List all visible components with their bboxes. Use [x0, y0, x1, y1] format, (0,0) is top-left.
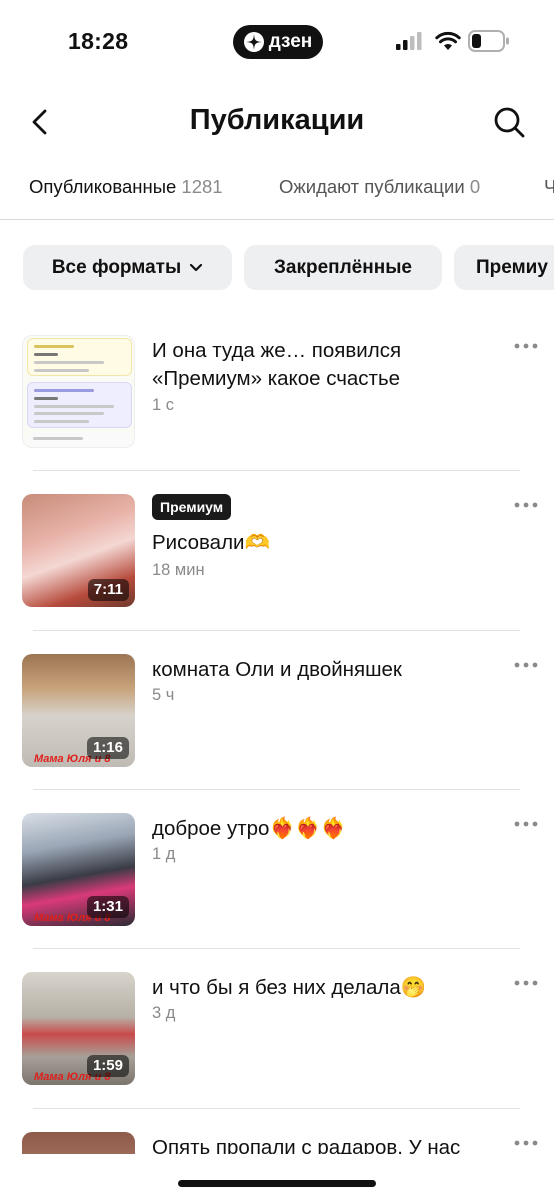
publication-tabs: Опубликованные 1281 Ожидают публикации 0… [0, 170, 554, 220]
publication-thumbnail: Мама Юля и 8 1:16 [22, 654, 135, 767]
tab-published-label: Опубликованные [29, 176, 177, 197]
publication-thumbnail: 7:11 [22, 494, 135, 607]
publication-title: комната Оли и двойняшек [152, 658, 402, 681]
filter-chips: Все форматы Закреплённые Премиу [0, 245, 554, 291]
video-duration: 1:16 [86, 737, 129, 759]
publication-thumbnail [22, 335, 135, 448]
more-options-icon[interactable] [514, 980, 538, 986]
page-title: Публикации [189, 104, 365, 136]
tab-drafts[interactable]: Ч [544, 176, 554, 198]
thumbnail-card [27, 338, 132, 376]
filter-pinned[interactable]: Закреплённые [244, 245, 442, 290]
tab-drafts-label: Ч [544, 176, 554, 197]
tab-pending[interactable]: Ожидают публикации 0 [279, 176, 480, 198]
publication-title: и что бы я без них делала🤭 [152, 976, 427, 999]
publication-title: Рисовали🫶 [152, 531, 271, 554]
publication-thumbnail: Мама Юля и 8 1:59 [22, 972, 135, 1085]
tab-published[interactable]: Опубликованные 1281 [29, 176, 223, 198]
status-time: 18:28 [68, 28, 129, 54]
publication-item[interactable]: Мама Юля и 8 1:31 доброе утро❤️‍🔥❤️‍🔥❤️‍… [0, 813, 554, 973]
list-divider [33, 789, 520, 790]
list-divider [33, 948, 520, 949]
dzen-app-badge[interactable]: дзен [233, 25, 323, 59]
chevron-down-icon [190, 263, 203, 271]
more-options-icon[interactable] [514, 662, 538, 668]
tab-published-count: 1281 [181, 176, 223, 197]
filter-all-formats[interactable]: Все форматы [23, 245, 232, 290]
publication-item[interactable]: И она туда же… появился «Премиум» какое … [0, 335, 554, 495]
publication-time: 5 ч [152, 686, 175, 704]
top-nav: Публикации [0, 96, 554, 152]
battery-icon [468, 30, 509, 52]
filter-premium-label: Премиу [476, 256, 548, 278]
signal-icon [396, 32, 422, 50]
tab-pending-label: Ожидают публикации [279, 176, 465, 197]
publication-time: 1 с [152, 396, 175, 414]
more-options-icon[interactable] [514, 1140, 538, 1146]
dzen-logo-icon [243, 32, 264, 52]
status-bar: 18:28 дзен [0, 0, 554, 84]
video-duration: 7:11 [87, 579, 129, 601]
premium-badge: Премиум [152, 494, 232, 520]
more-options-icon[interactable] [514, 343, 538, 349]
list-divider [33, 470, 520, 471]
tab-pending-count: 0 [469, 176, 481, 197]
video-duration: 1:59 [86, 1055, 129, 1077]
more-options-icon[interactable] [514, 502, 538, 508]
publication-time: 3 д [152, 1004, 176, 1022]
video-duration: 1:31 [86, 896, 129, 918]
publication-title: доброе утро❤️‍🔥❤️‍🔥❤️‍🔥 [152, 817, 347, 840]
publication-item[interactable]: Мама Юля и 8 1:16 комната Оли и двойняше… [0, 654, 554, 814]
home-indicator[interactable] [178, 1180, 376, 1187]
wifi-icon [435, 31, 461, 50]
bottom-bar [0, 1154, 554, 1200]
filter-premium[interactable]: Премиу [454, 245, 554, 290]
list-divider [33, 1108, 520, 1109]
more-options-icon[interactable] [514, 821, 538, 827]
publication-time: 18 мин [152, 561, 205, 579]
filter-all-formats-label: Все форматы [51, 256, 182, 278]
thumbnail-card [27, 433, 132, 447]
publication-time: 1 д [152, 845, 176, 863]
search-icon[interactable] [492, 105, 526, 139]
publication-title: И она туда же… появился «Премиум» какое … [152, 339, 402, 390]
thumbnail-card [27, 382, 132, 428]
list-divider [33, 630, 520, 631]
filter-pinned-label: Закреплённые [273, 256, 412, 278]
publication-thumbnail: Мама Юля и 8 1:31 [22, 813, 135, 926]
dzen-badge-label: дзен [268, 31, 313, 52]
